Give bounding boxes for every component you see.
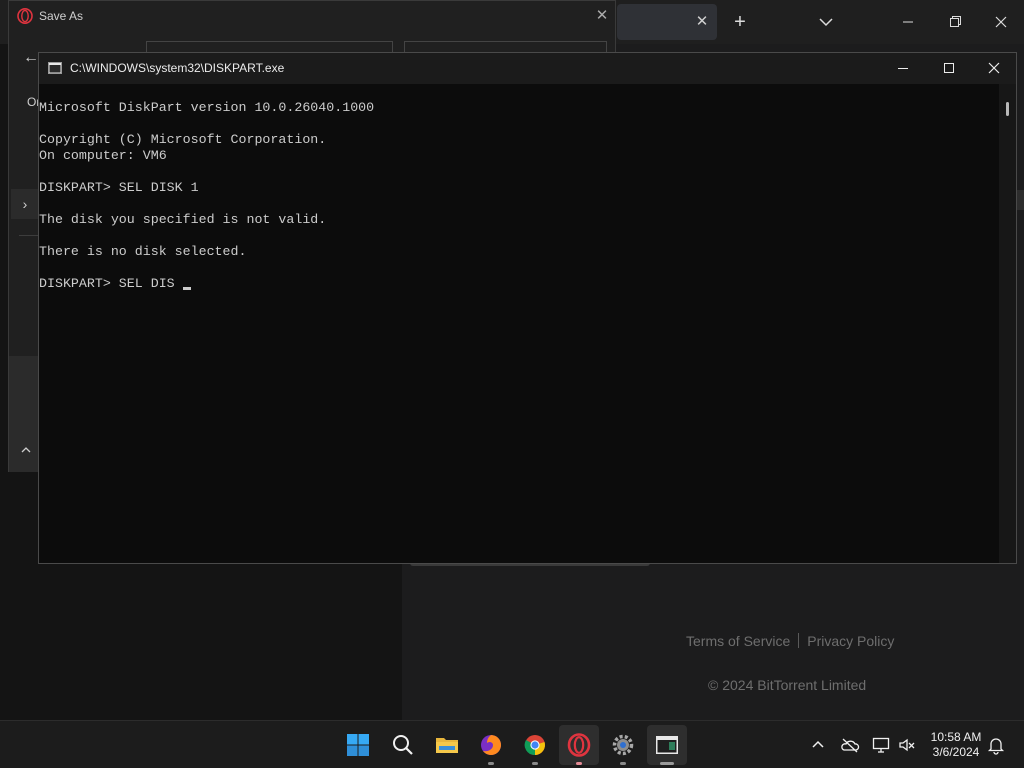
console-close-button[interactable] [971, 53, 1017, 84]
browser-close-button[interactable] [988, 10, 1014, 34]
file-explorer-button[interactable] [427, 725, 467, 765]
console-prompt-line[interactable]: DISKPART> SEL DIS [39, 276, 374, 292]
running-indicator [620, 762, 626, 765]
privacy-policy-link[interactable]: Privacy Policy [807, 633, 894, 649]
browser-minimize-button[interactable] [895, 10, 921, 34]
start-button[interactable] [338, 725, 378, 765]
console-output-area[interactable]: Microsoft DiskPart version 10.0.26040.10… [39, 84, 999, 563]
nav-divider [19, 235, 39, 236]
firefox-icon [481, 735, 501, 755]
search-icon [393, 735, 413, 755]
chevron-up-icon[interactable] [17, 443, 35, 461]
console-maximize-button[interactable] [926, 53, 972, 84]
network-icon[interactable] [871, 735, 891, 755]
opera-icon [567, 733, 591, 757]
dialog-close-icon[interactable]: ✕ [592, 6, 612, 26]
console-line: On computer: VM6 [39, 148, 167, 163]
chevron-up-icon[interactable] [808, 735, 828, 755]
running-indicator [488, 762, 494, 765]
console-line: DISKPART> SEL DISK 1 [39, 180, 199, 195]
terminal-button[interactable] [647, 725, 687, 765]
tab-close-icon[interactable]: ✕ [692, 10, 712, 34]
opera-icon [17, 8, 33, 24]
clock-date: 3/6/2024 [932, 745, 980, 759]
gear-icon [612, 734, 634, 756]
volume-muted-icon[interactable] [897, 735, 917, 755]
console-titlebar[interactable]: C:\WINDOWS\system32\DISKPART.exe [39, 53, 1016, 84]
running-indicator [576, 762, 582, 765]
windows-start-icon [347, 734, 369, 756]
firefox-button[interactable] [471, 725, 511, 765]
chrome-button[interactable] [515, 725, 555, 765]
console-window-icon [656, 736, 678, 754]
clock-time: 10:58 AM [930, 730, 982, 744]
diskpart-console-window[interactable]: C:\WINDOWS\system32\DISKPART.exe Microso… [38, 52, 1017, 564]
new-tab-button[interactable]: + [729, 10, 751, 34]
console-line: The disk you specified is not valid. [39, 212, 327, 227]
console-window-icon [48, 61, 62, 74]
console-output: Microsoft DiskPart version 10.0.26040.10… [39, 100, 374, 292]
console-prompt-text: DISKPART> SEL DIS [39, 276, 175, 291]
text-cursor [182, 287, 191, 290]
clock[interactable]: 10:58 AM 3/6/2024 [926, 730, 986, 760]
browser-scrollbar[interactable] [1016, 190, 1024, 210]
tab-list-chevron-icon[interactable] [814, 10, 838, 34]
console-minimize-button[interactable] [880, 53, 926, 84]
terms-of-service-link[interactable]: Terms of Service [686, 633, 790, 649]
console-line: Copyright (C) Microsoft Corporation. [39, 132, 327, 147]
opera-button[interactable] [559, 725, 599, 765]
settings-button[interactable] [603, 725, 643, 765]
browser-restore-button[interactable] [942, 10, 968, 34]
onedrive-offline-icon[interactable] [840, 735, 860, 755]
footer-divider [798, 633, 800, 648]
copyright-text: © 2024 BitTorrent Limited [708, 677, 867, 693]
chrome-icon [524, 735, 545, 756]
console-title: C:\WINDOWS\system32\DISKPART.exe [70, 61, 285, 75]
chevron-right-icon[interactable]: › [11, 189, 39, 219]
console-scrollbar[interactable] [999, 84, 1016, 563]
footer-links: Terms of Service Privacy Policy [686, 633, 894, 649]
console-line: Microsoft DiskPart version 10.0.26040.10… [39, 100, 375, 115]
dialog-title: Save As [39, 9, 84, 23]
running-indicator [532, 762, 538, 765]
folder-icon [436, 738, 458, 753]
taskbar: 10:58 AM 3/6/2024 [0, 720, 1024, 768]
notification-bell-icon[interactable] [986, 735, 1006, 755]
scrollbar-thumb[interactable] [1006, 102, 1009, 116]
console-line: There is no disk selected. [39, 244, 247, 259]
running-indicator [660, 762, 674, 765]
search-button[interactable] [383, 725, 423, 765]
